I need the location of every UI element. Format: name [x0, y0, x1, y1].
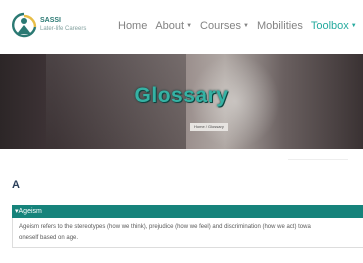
breadcrumb: Home / Glossary — [190, 123, 228, 131]
nav-item-toolbox[interactable]: Toolbox ▼ — [311, 20, 357, 32]
nav-item-label: Home — [118, 20, 148, 32]
brand-name: SASSI — [40, 17, 62, 24]
breadcrumb-current: Glossary — [208, 124, 224, 129]
definition-line: Ageism refers to the stereotypes (how we… — [19, 224, 311, 230]
breadcrumb-home-link[interactable]: Home — [194, 124, 205, 129]
definition-line: oneself based on age. — [19, 235, 79, 241]
nav-item-courses[interactable]: Courses ▼ — [200, 20, 249, 32]
chevron-down-icon: ▼ — [186, 23, 193, 29]
accordion-header-ageism[interactable]: ▾Ageism — [12, 205, 363, 218]
nav-item-label: Mobilities — [256, 20, 303, 32]
chevron-down-icon: ▼ — [243, 23, 249, 29]
nav-item-label: Courses — [200, 20, 242, 32]
nav-item-label: Toolbox — [310, 20, 349, 32]
nav-item-mobilities[interactable]: Mobilities — [257, 20, 303, 32]
divider — [288, 159, 348, 160]
section-letter-heading: A — [12, 179, 20, 191]
brand[interactable]: SASSI Later-life Careers — [40, 16, 86, 34]
accordion-term: Ageism — [18, 208, 42, 215]
accordion-body-ageism: Ageism refers to the stereotypes (how we… — [12, 218, 363, 248]
nav-item-label: About — [155, 20, 185, 32]
person-circle-logo-icon[interactable] — [11, 12, 37, 42]
hero-banner: Glossary Home / Glossary — [0, 54, 363, 149]
nav-item-home[interactable]: Home — [118, 20, 147, 32]
main-nav: Home About ▼ Courses ▼ Mobilities Toolbox ▼ — [118, 20, 363, 32]
brand-tagline: Later-life Careers — [40, 26, 87, 32]
page-title: Glossary — [134, 84, 229, 107]
breadcrumb-separator: / — [205, 124, 207, 129]
nav-item-about[interactable]: About ▼ — [155, 20, 192, 32]
chevron-down-icon: ▼ — [350, 23, 357, 29]
site-header: SASSI Later-life Careers Home About ▼ Cou… — [0, 0, 363, 54]
glossary-content: A ▾Ageism Ageism refers to the stereotyp… — [0, 149, 363, 263]
